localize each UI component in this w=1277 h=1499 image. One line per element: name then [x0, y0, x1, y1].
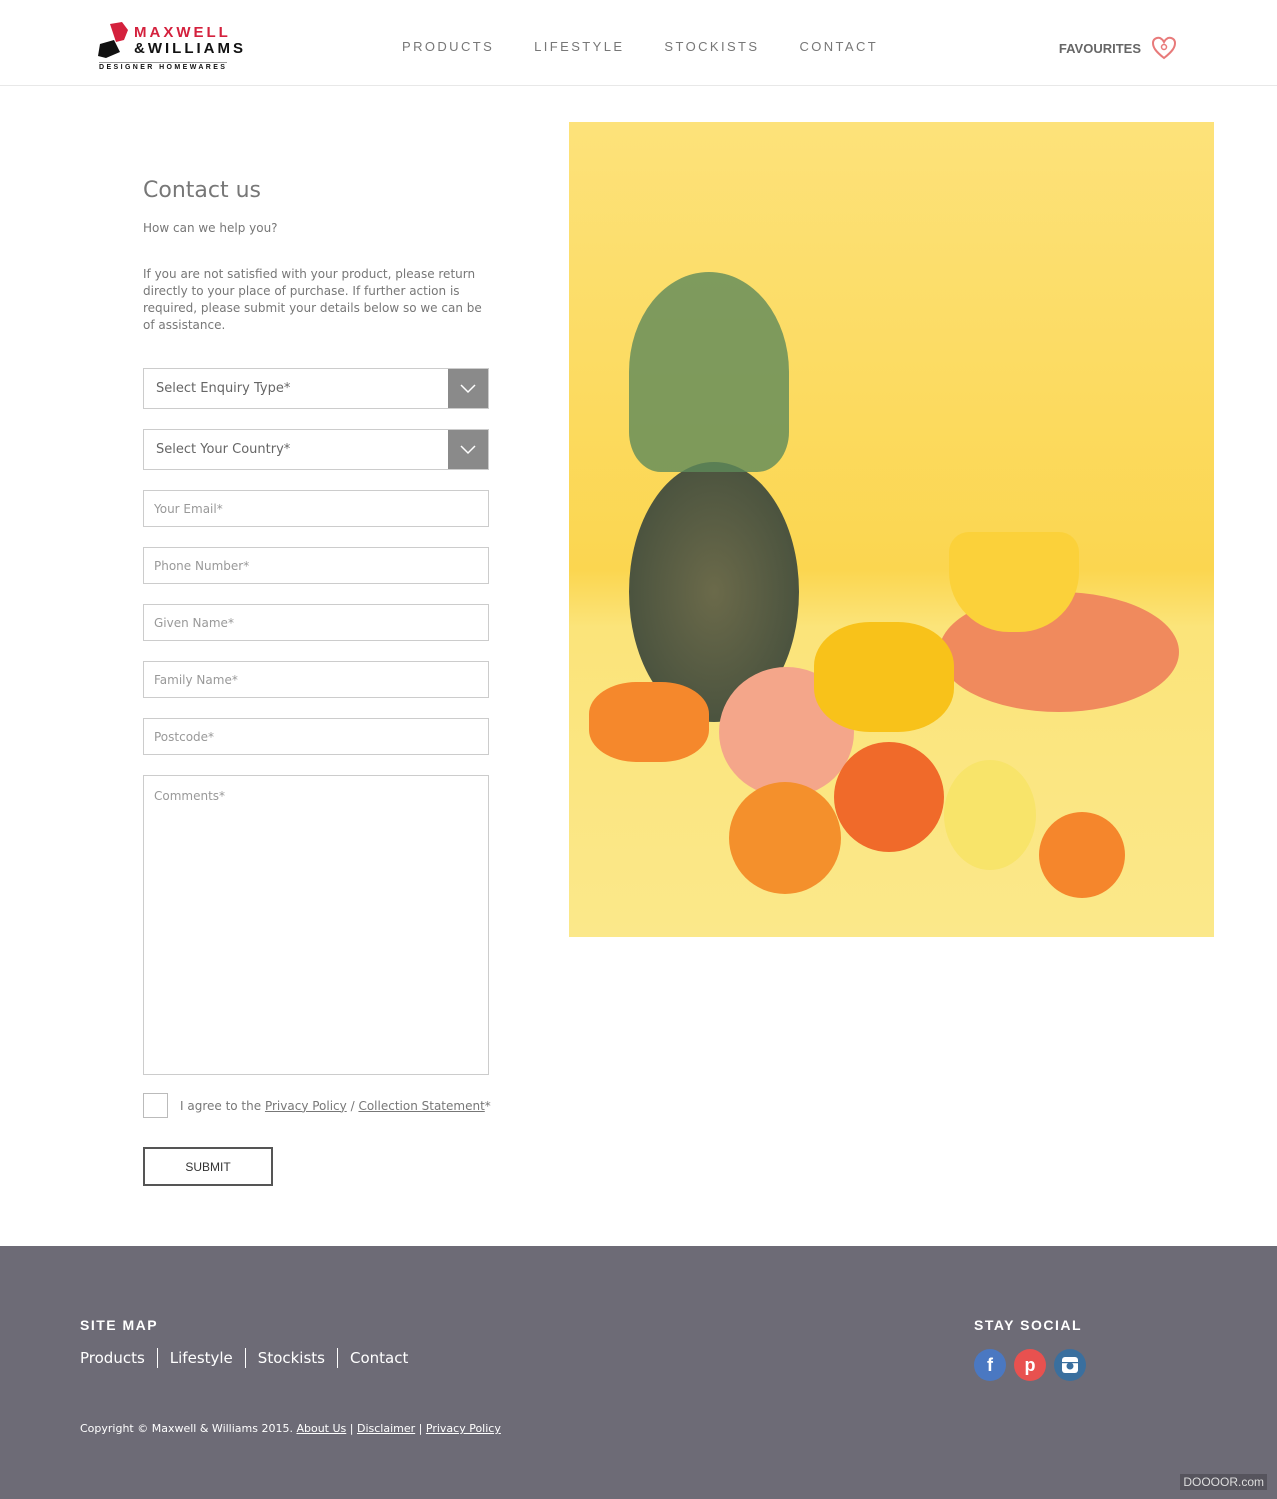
social-heading: STAY SOCIAL: [974, 1317, 1083, 1333]
select-label: Select Enquiry Type*: [156, 381, 291, 396]
country-select[interactable]: Select Your Country*: [143, 429, 489, 470]
phone-field[interactable]: Phone Number*: [143, 547, 489, 584]
footer-link-lifestyle[interactable]: Lifestyle: [156, 1348, 245, 1368]
footer-link-contact[interactable]: Contact: [337, 1348, 420, 1368]
logo-tagline: DESIGNER HOMEWARES: [99, 62, 228, 71]
page-title: Contact us: [143, 178, 261, 203]
about-us-link[interactable]: About Us: [296, 1422, 346, 1435]
given-name-field[interactable]: Given Name*: [143, 604, 489, 641]
mini-peppers: [589, 682, 709, 762]
sitemap-links: Products Lifestyle Stockists Contact: [80, 1348, 420, 1368]
favourites-link[interactable]: FAVOURITES: [1059, 36, 1177, 60]
pinterest-icon[interactable]: p: [1014, 1349, 1046, 1381]
social-links: f p: [974, 1349, 1086, 1381]
lion-logo-icon: [98, 22, 128, 58]
nav-contact[interactable]: CONTACT: [799, 39, 878, 54]
required-mark: *: [484, 1098, 491, 1113]
mandarin: [1039, 812, 1125, 898]
orange: [834, 742, 944, 852]
footer: SITE MAP Products Lifestyle Stockists Co…: [0, 1246, 1277, 1499]
submit-button[interactable]: SUBMIT: [143, 1147, 273, 1186]
footer-link-products[interactable]: Products: [80, 1348, 157, 1368]
family-name-field[interactable]: Family Name*: [143, 661, 489, 698]
pineapple-leaves: [629, 272, 789, 472]
copyright: Copyright © Maxwell & Williams 2015. Abo…: [80, 1422, 501, 1435]
disclaimer-link[interactable]: Disclaimer: [357, 1422, 415, 1435]
comments-textarea[interactable]: Comments*: [143, 775, 489, 1075]
sitemap-heading: SITE MAP: [80, 1317, 159, 1333]
pepper: [814, 622, 954, 732]
chevron-down-icon: [448, 369, 488, 408]
instagram-icon[interactable]: [1054, 1349, 1086, 1381]
privacy-policy-link[interactable]: Privacy Policy: [265, 1099, 347, 1113]
postcode-field[interactable]: Postcode*: [143, 718, 489, 755]
nav-stockists[interactable]: STOCKISTS: [664, 39, 759, 54]
main-nav: PRODUCTS LIFESTYLE STOCKISTS CONTACT: [402, 39, 878, 54]
footer-privacy-link[interactable]: Privacy Policy: [426, 1422, 501, 1435]
separator: /: [350, 1098, 355, 1113]
agree-text: I agree to the Privacy Policy / Collecti…: [180, 1099, 491, 1113]
header: MAXWELL &WILLIAMS DESIGNER HOMEWARES PRO…: [0, 0, 1277, 86]
email-field[interactable]: Your Email*: [143, 490, 489, 527]
logo[interactable]: MAXWELL &WILLIAMS DESIGNER HOMEWARES: [96, 22, 258, 72]
nav-lifestyle[interactable]: LIFESTYLE: [534, 39, 624, 54]
separator: |: [418, 1422, 423, 1435]
collection-statement-link[interactable]: Collection Statement: [358, 1099, 484, 1113]
enquiry-type-select[interactable]: Select Enquiry Type*: [143, 368, 489, 409]
intro-paragraph: If you are not satisfied with your produ…: [143, 267, 482, 332]
copyright-text: Copyright © Maxwell & Williams 2015.: [80, 1422, 293, 1435]
watermark: DOOOOR.com: [1180, 1474, 1267, 1490]
nav-products[interactable]: PRODUCTS: [402, 39, 494, 54]
chevron-down-icon: [448, 430, 488, 469]
agree-row: I agree to the Privacy Policy / Collecti…: [143, 1093, 491, 1118]
agree-checkbox[interactable]: [143, 1093, 168, 1118]
orange: [729, 782, 841, 894]
lemon: [944, 760, 1036, 870]
select-label: Select Your Country*: [156, 442, 291, 457]
facebook-icon[interactable]: f: [974, 1349, 1006, 1381]
logo-text: MAXWELL: [134, 24, 231, 41]
favourites-label: FAVOURITES: [1058, 40, 1141, 56]
separator: |: [349, 1422, 354, 1435]
logo-text: &WILLIAMS: [134, 40, 246, 57]
fruit-photo: [569, 122, 1214, 937]
page-subtitle: How can we help you?: [143, 221, 278, 235]
heart-icon: [1151, 36, 1177, 60]
footer-link-stockists[interactable]: Stockists: [244, 1348, 337, 1368]
agree-prefix: I agree to the: [180, 1098, 262, 1113]
